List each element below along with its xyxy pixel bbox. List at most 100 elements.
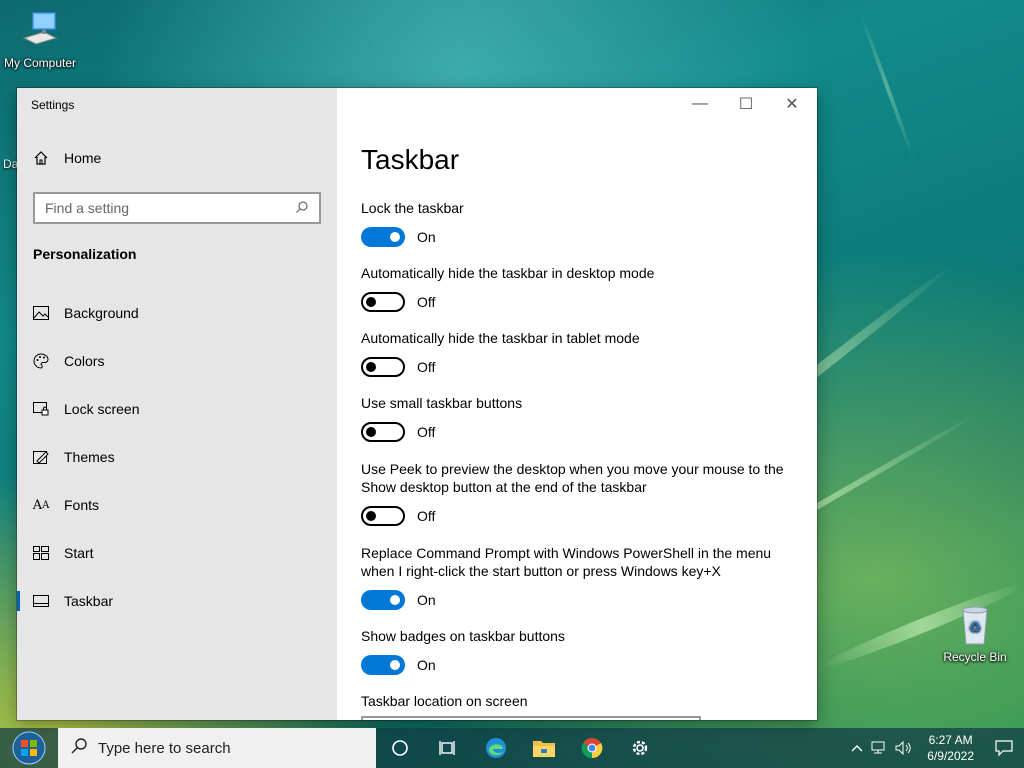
network-button[interactable] bbox=[867, 728, 891, 768]
toggle-state: Off bbox=[417, 508, 436, 524]
file-explorer-icon bbox=[533, 741, 555, 757]
action-center-button[interactable] bbox=[984, 728, 1024, 768]
taskbar-search-input[interactable] bbox=[98, 739, 358, 757]
toggle-state: Off bbox=[417, 359, 436, 375]
sidebar-item-start[interactable]: Start bbox=[17, 529, 337, 577]
setting-lock-taskbar: Lock the taskbar On bbox=[361, 199, 801, 247]
setting-label: Replace Command Prompt with Windows Powe… bbox=[361, 545, 772, 579]
sidebar: Settings Home Personalization Background bbox=[17, 88, 337, 720]
find-setting-box[interactable] bbox=[33, 192, 321, 224]
toggle-state: Off bbox=[417, 424, 436, 440]
cortana-icon bbox=[392, 740, 408, 756]
start-button[interactable] bbox=[0, 728, 58, 768]
sidebar-item-label: Lock screen bbox=[64, 401, 140, 417]
themes-icon bbox=[33, 449, 49, 465]
page-title: Taskbar bbox=[361, 144, 460, 175]
badges-toggle[interactable] bbox=[361, 655, 405, 675]
sidebar-nav: Background Colors Lock screen Themes A A… bbox=[17, 289, 337, 625]
sidebar-item-label: Colors bbox=[64, 353, 105, 369]
minimize-button[interactable]: — bbox=[677, 88, 723, 120]
desktop-icon-recycle-bin[interactable]: ♻ Recycle Bin bbox=[935, 602, 1015, 664]
setting-badges: Show badges on taskbar buttons On bbox=[361, 627, 801, 675]
task-view-icon bbox=[439, 741, 455, 755]
sidebar-item-label: Start bbox=[64, 545, 94, 561]
setting-autohide-tablet: Automatically hide the taskbar in tablet… bbox=[361, 329, 801, 377]
setting-label: Use Peek to preview the desktop when you… bbox=[361, 461, 784, 495]
cortana-button[interactable] bbox=[376, 728, 424, 768]
toggle-state: On bbox=[417, 657, 436, 673]
sidebar-home[interactable]: Home bbox=[33, 150, 101, 166]
toggle-state: Off bbox=[417, 294, 436, 310]
setting-label: Automatically hide the taskbar in tablet… bbox=[361, 330, 640, 346]
notification-icon bbox=[995, 740, 1013, 756]
sidebar-item-colors[interactable]: Colors bbox=[17, 337, 337, 385]
setting-label: Use small taskbar buttons bbox=[361, 395, 523, 411]
setting-label: Lock the taskbar bbox=[361, 200, 464, 216]
sidebar-item-themes[interactable]: Themes bbox=[17, 433, 337, 481]
search-icon bbox=[295, 200, 309, 217]
desktop-icon-my-computer[interactable]: My Computer bbox=[0, 8, 80, 70]
autohide-desktop-toggle[interactable] bbox=[361, 292, 405, 312]
chrome-icon bbox=[581, 738, 603, 759]
setting-peek: Use Peek to preview the desktop when you… bbox=[361, 460, 801, 526]
lock-screen-icon bbox=[33, 401, 49, 417]
sidebar-item-background[interactable]: Background bbox=[17, 289, 337, 337]
toggle-state: On bbox=[417, 592, 436, 608]
settings-gear-icon bbox=[632, 740, 648, 756]
clock[interactable]: 6:27 AM 6/9/2022 bbox=[917, 732, 984, 764]
desktop-icon-label: My Computer bbox=[3, 56, 77, 70]
background-icon bbox=[33, 305, 49, 321]
sidebar-item-taskbar[interactable]: Taskbar bbox=[17, 577, 337, 625]
clock-date: 6/9/2022 bbox=[927, 749, 974, 763]
network-icon bbox=[871, 741, 885, 754]
settings-window: Settings Home Personalization Background bbox=[17, 88, 817, 720]
small-buttons-toggle[interactable] bbox=[361, 422, 405, 442]
close-button[interactable]: ✕ bbox=[769, 88, 815, 120]
autohide-tablet-toggle[interactable] bbox=[361, 357, 405, 377]
setting-location: Taskbar location on screen bbox=[361, 692, 801, 710]
sidebar-item-fonts[interactable]: AA Fonts bbox=[17, 481, 337, 529]
edge-icon bbox=[486, 738, 506, 758]
fonts-icon: AA bbox=[32, 497, 50, 513]
settings-taskbar-button[interactable] bbox=[616, 728, 664, 768]
chrome-button[interactable] bbox=[568, 728, 616, 768]
file-explorer-button[interactable] bbox=[520, 728, 568, 768]
setting-powershell: Replace Command Prompt with Windows Powe… bbox=[361, 544, 801, 610]
lock-taskbar-toggle[interactable] bbox=[361, 227, 405, 247]
home-label: Home bbox=[64, 150, 102, 166]
show-hidden-icons-button[interactable] bbox=[847, 728, 867, 768]
content-pane: — ☐ ✕ Taskbar Lock the taskbar On Automa… bbox=[337, 88, 817, 720]
start-icon bbox=[33, 545, 49, 561]
sidebar-item-label: Themes bbox=[64, 449, 115, 465]
home-icon bbox=[33, 150, 49, 166]
taskbar-icon bbox=[33, 593, 49, 609]
taskbar-search-box[interactable] bbox=[58, 728, 376, 768]
sidebar-item-label: Fonts bbox=[64, 497, 100, 513]
sidebar-item-lock-screen[interactable]: Lock screen bbox=[17, 385, 337, 433]
chevron-up-icon bbox=[851, 745, 863, 752]
powershell-toggle[interactable] bbox=[361, 590, 405, 610]
peek-toggle[interactable] bbox=[361, 506, 405, 526]
find-setting-input[interactable] bbox=[45, 200, 295, 216]
svg-text:♻: ♻ bbox=[969, 620, 982, 636]
setting-small-buttons: Use small taskbar buttons Off bbox=[361, 394, 801, 442]
location-dropdown[interactable] bbox=[361, 716, 701, 720]
setting-label: Show badges on taskbar buttons bbox=[361, 628, 565, 644]
system-tray: 6:27 AM 6/9/2022 bbox=[847, 728, 1024, 768]
volume-icon bbox=[895, 741, 911, 755]
taskbar: 6:27 AM 6/9/2022 bbox=[0, 728, 1024, 768]
sidebar-item-label: Taskbar bbox=[64, 593, 114, 609]
maximize-button[interactable]: ☐ bbox=[723, 88, 769, 120]
volume-button[interactable] bbox=[891, 728, 917, 768]
recycle-bin-icon: ♻ bbox=[955, 602, 995, 646]
section-title: Personalization bbox=[33, 246, 137, 262]
setting-label: Automatically hide the taskbar in deskto… bbox=[361, 265, 655, 281]
windows-logo-icon bbox=[12, 731, 46, 765]
clock-time: 6:27 AM bbox=[928, 733, 973, 747]
app-title: Settings bbox=[31, 98, 75, 112]
toggle-state: On bbox=[417, 229, 436, 245]
task-view-button[interactable] bbox=[424, 728, 472, 768]
computer-icon bbox=[18, 8, 62, 52]
setting-label: Taskbar location on screen bbox=[361, 693, 528, 709]
edge-button[interactable] bbox=[472, 728, 520, 768]
